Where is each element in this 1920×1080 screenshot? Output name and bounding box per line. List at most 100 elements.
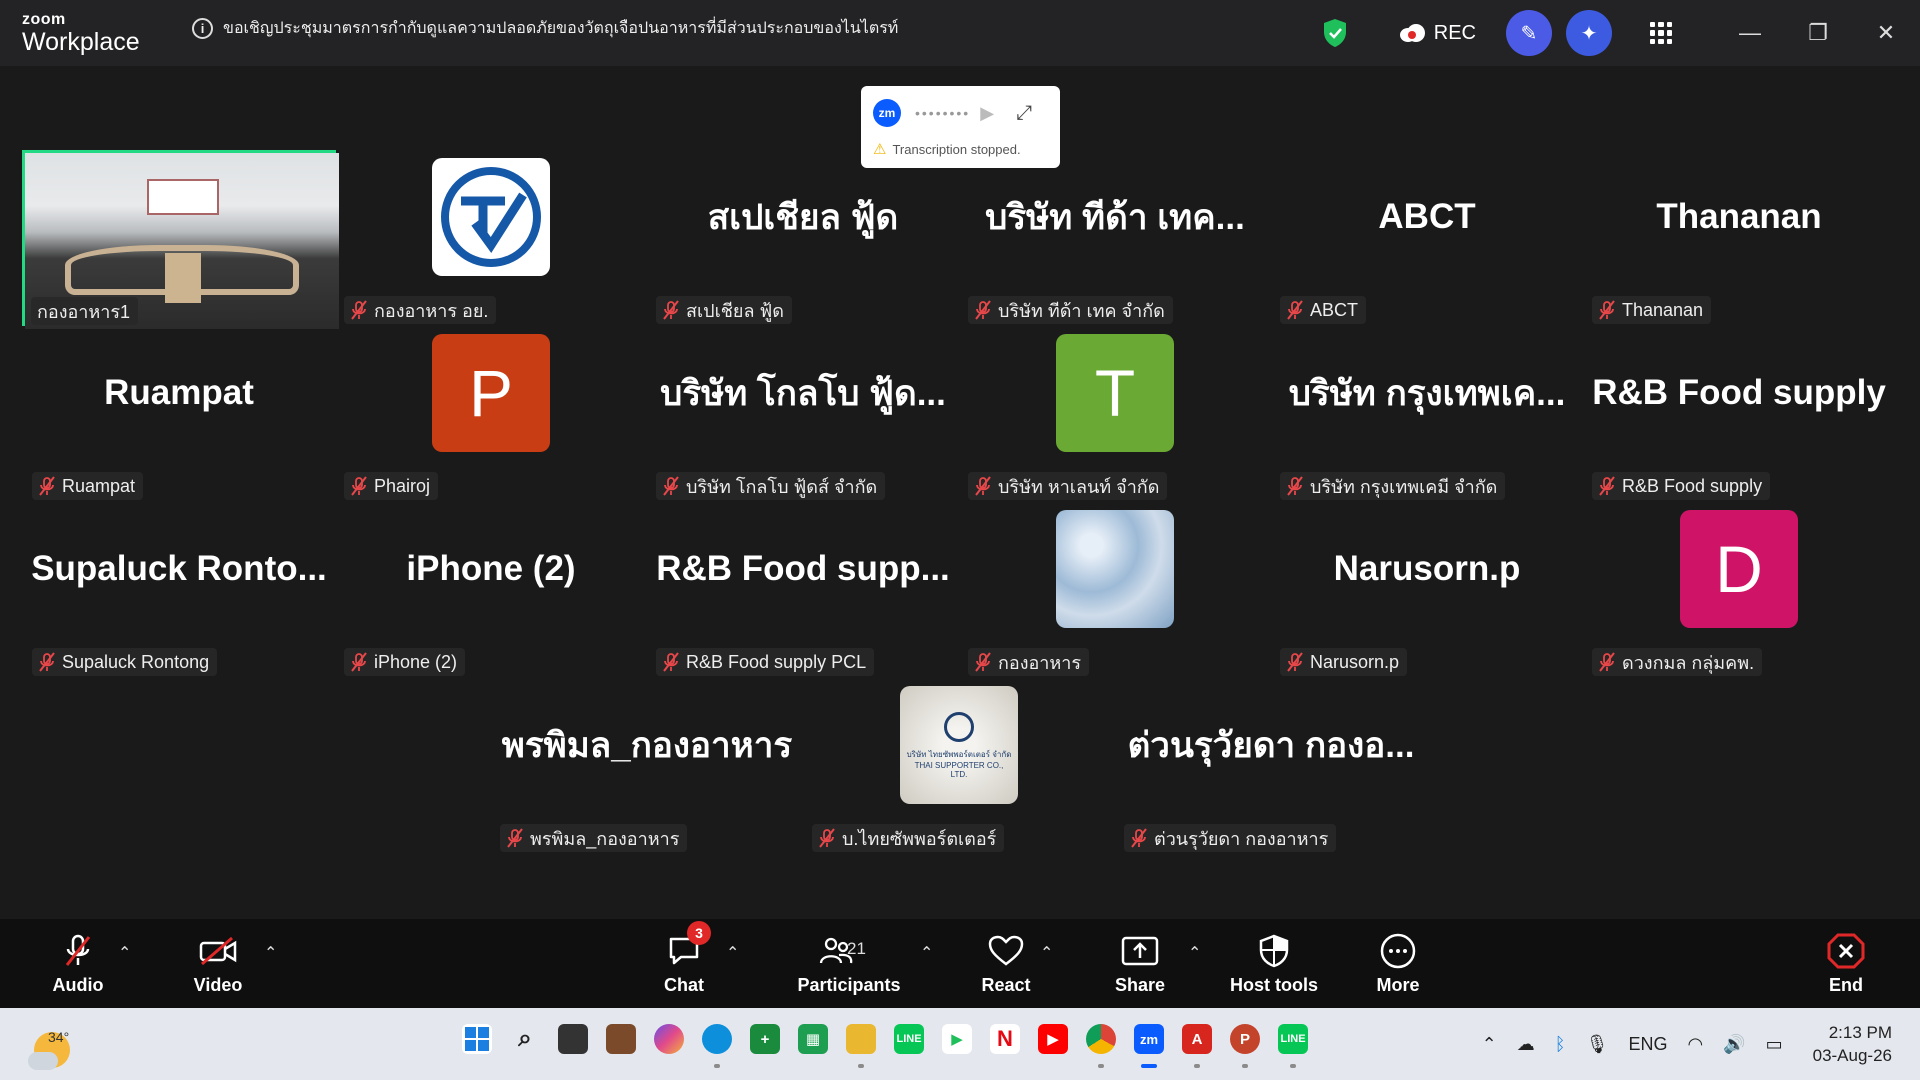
participant-tile[interactable]: D ดวงกมล กลุ่มคพ. (1584, 504, 1894, 676)
spreadsheet-app-icon[interactable]: ▦ (798, 1024, 828, 1054)
participant-tile[interactable]: พรพิมล_กองอาหาร พรพิมล_กองอาหาร (492, 680, 802, 852)
play-icon[interactable]: ▶ (980, 103, 994, 124)
netflix-icon[interactable]: N (990, 1024, 1020, 1054)
wifi-icon[interactable]: ◠ (1687, 1034, 1703, 1055)
chat-label: Chat (664, 975, 704, 995)
language-indicator[interactable]: ENG (1628, 1034, 1667, 1055)
audio-options-caret-icon[interactable]: ⌃ (118, 943, 131, 963)
mic-muted-icon (350, 652, 368, 672)
expand-icon[interactable]: ⤢ (1016, 102, 1032, 125)
microphone-tray-icon[interactable]: 🎙 (1586, 1034, 1609, 1055)
participant-avatar: P (432, 334, 550, 452)
restore-button[interactable]: ❐ (1784, 0, 1852, 66)
participant-tile[interactable]: ต่วนรุวัยดา กองอ... ต่วนรุวัยดา กองอาหาร (1116, 680, 1426, 852)
recording-indicator[interactable]: REC (1398, 22, 1476, 45)
participant-name-label: iPhone (2) (344, 648, 466, 676)
copilot-icon[interactable] (654, 1024, 684, 1054)
participant-tile[interactable]: R&B Food supply R&B Food supply (1584, 328, 1894, 500)
bluetooth-icon[interactable]: ᛒ (1555, 1034, 1566, 1055)
participant-name: ต่วนรุวัยดา กองอาหาร (1154, 828, 1329, 849)
participant-tile[interactable]: iPhone (2) iPhone (2) (336, 504, 646, 676)
speaker-icon[interactable]: 🔊 (1723, 1034, 1745, 1055)
acrobat-pdf-icon[interactable]: A (1182, 1024, 1212, 1068)
widgets-app-icon[interactable] (606, 1024, 636, 1054)
participant-tile[interactable]: ABCT ABCT (1272, 152, 1582, 324)
close-button[interactable]: ✕ (1852, 0, 1920, 66)
end-label: End (1829, 975, 1863, 995)
participant-name: สเปเชียล ฟู้ด (686, 300, 784, 321)
powerpoint-icon[interactable]: P (1230, 1024, 1260, 1068)
media-player-icon[interactable]: ▶ (942, 1024, 972, 1054)
audio-label: Audio (52, 975, 104, 995)
cloud-icon (28, 1052, 58, 1070)
participant-name: กองอาหาร อย. (374, 300, 489, 321)
audio-button[interactable]: Audio (40, 919, 116, 1008)
mic-muted-icon (350, 300, 368, 320)
search-icon[interactable]: ⌕ (510, 1024, 540, 1054)
video-off-icon (199, 936, 237, 966)
start-windows-icon[interactable] (462, 1024, 492, 1054)
participant-tile[interactable]: Ruampat Ruampat (24, 328, 334, 500)
meeting-info[interactable]: i ขอเชิญประชุมมาตรการกำกับดูแลความปลอดภั… (192, 16, 898, 41)
youtube-icon[interactable]: ▶ (1038, 1024, 1068, 1054)
host-tools-button[interactable]: Host tools (1226, 919, 1322, 1008)
task-view-icon[interactable] (558, 1024, 588, 1054)
sheets-app-icon[interactable]: + (750, 1024, 780, 1054)
share-button[interactable]: Share (1100, 919, 1180, 1008)
participant-name-label: บ.ไทยซัพพอร์ตเตอร์ (812, 824, 1005, 852)
minimize-button[interactable]: — (1716, 0, 1784, 66)
ai-companion-button[interactable]: ✦ (1566, 10, 1612, 56)
file-explorer-icon[interactable] (846, 1024, 876, 1068)
apps-grid-icon[interactable] (1650, 22, 1672, 44)
participants-count: 21 (847, 939, 866, 958)
participants-options-caret-icon[interactable]: ⌃ (920, 943, 933, 963)
mic-muted-icon (662, 476, 680, 496)
participant-name: iPhone (2) (374, 651, 458, 672)
info-icon[interactable]: i (192, 18, 213, 39)
share-options-caret-icon[interactable]: ⌃ (1188, 943, 1201, 963)
participant-tile[interactable]: Thananan Thananan (1584, 152, 1894, 324)
participant-tile[interactable]: บริษัท ทีด้า เทค... บริษัท ทีด้า เทค จำกั… (960, 152, 1270, 324)
participants-button[interactable]: 21 Participants (796, 919, 902, 1008)
battery-icon[interactable]: ▭ (1766, 1034, 1783, 1055)
chat-badge: 3 (687, 921, 711, 945)
line-app-icon[interactable]: LINE (894, 1024, 924, 1054)
participant-tile[interactable]: สเปเชียล ฟู้ด สเปเชียล ฟู้ด (648, 152, 958, 324)
company-logo-avatar: บริษัท ไทยซัพพอร์ตเตอร์ จำกัด THAI SUPPO… (900, 686, 1018, 804)
clock[interactable]: 2:13 PM 03-Aug-26 (1813, 1021, 1892, 1067)
participant-tile[interactable]: Narusorn.p Narusorn.p (1272, 504, 1582, 676)
react-options-caret-icon[interactable]: ⌃ (1040, 943, 1053, 963)
chevron-up-icon[interactable]: ⌃ (1482, 1034, 1497, 1055)
participant-tile[interactable]: กองอาหาร (960, 504, 1270, 676)
zoom-app-icon[interactable]: zm (1134, 1024, 1164, 1068)
mic-muted-icon (974, 652, 992, 672)
participant-tile[interactable]: T บริษัท หาเลนท์ จำกัด (960, 328, 1270, 500)
chat-options-caret-icon[interactable]: ⌃ (726, 943, 739, 963)
chat-button[interactable]: 3 Chat (644, 919, 724, 1008)
title-bar: zoom Workplace i ขอเชิญประชุมมาตรการกำกั… (0, 0, 1920, 66)
participant-tile[interactable]: บริษัท กรุงเทพเค... บริษัท กรุงเทพเคมี จำ… (1272, 328, 1582, 500)
participant-tile[interactable]: บริษัท โกลโบ ฟู้ด... บริษัท โกลโบ ฟู้ดส์ … (648, 328, 958, 500)
participant-tile[interactable]: บริษัท ไทยซัพพอร์ตเตอร์ จำกัด THAI SUPPO… (804, 680, 1114, 852)
line-chat-icon[interactable]: LINE (1278, 1024, 1308, 1068)
clock-date: 03-Aug-26 (1812, 1046, 1892, 1065)
onedrive-icon[interactable]: ☁ (1517, 1034, 1535, 1055)
video-button[interactable]: Video (180, 919, 256, 1008)
more-button[interactable]: More (1356, 919, 1440, 1008)
participant-tile[interactable]: Supaluck Ronto... Supaluck Rontong (24, 504, 334, 676)
participant-display-name: บริษัท โกลโบ ฟู้ด... (660, 373, 946, 413)
participant-tile[interactable]: กองอาหาร อย. (336, 152, 646, 324)
encryption-shield-icon[interactable] (1322, 18, 1348, 48)
whiteboard-button[interactable]: ✎ (1506, 10, 1552, 56)
react-button[interactable]: React (966, 919, 1046, 1008)
edge-browser-icon[interactable] (702, 1024, 732, 1068)
end-button[interactable]: End (1808, 919, 1884, 1008)
participant-name-label: กองอาหาร อย. (344, 296, 497, 324)
participant-tile[interactable]: R&B Food supp... R&B Food supply PCL (648, 504, 958, 676)
participant-name: พรพิมล_กองอาหาร (530, 828, 680, 849)
temperature: 34° (48, 1029, 70, 1045)
video-options-caret-icon[interactable]: ⌃ (264, 943, 277, 963)
participant-tile[interactable]: กองอาหาร1 (22, 150, 339, 329)
participant-tile[interactable]: P Phairoj (336, 328, 646, 500)
chrome-browser-icon[interactable] (1086, 1024, 1116, 1068)
